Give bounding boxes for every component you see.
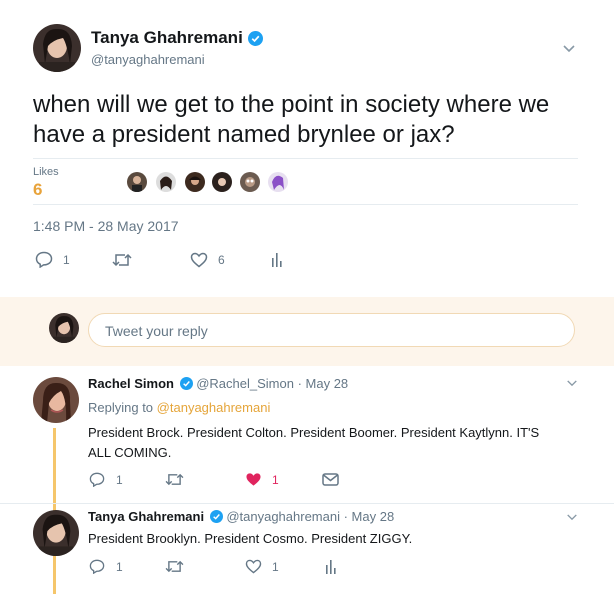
reply-header: Rachel Simon @Rachel_Simon · May 28 [88,376,348,391]
likes-label: Likes [33,166,59,178]
retweet-icon[interactable] [165,559,184,574]
tweet-text: when will we get to the point in society… [33,91,550,148]
reply-input[interactable]: Tweet your reply [88,313,575,347]
liker-avatar[interactable] [156,172,176,192]
author-name[interactable]: Tanya Ghahremani [91,28,243,48]
divider [33,204,578,205]
reply-count: 1 [116,560,123,574]
likes-count[interactable]: 6 [33,180,42,200]
tweet-timestamp[interactable]: 1:48 PM - 28 May 2017 [33,218,179,234]
reply-icon[interactable] [89,472,105,487]
liker-avatar[interactable] [185,172,205,192]
retweet-icon[interactable] [165,472,184,487]
author-handle[interactable]: @tanyaghahremani [91,52,205,67]
replying-to-prefix: Replying to [88,400,154,415]
reply-date[interactable]: · May 28 [344,509,395,524]
heart-icon[interactable] [245,559,262,574]
liker-avatar[interactable] [127,172,147,192]
heart-filled-icon[interactable] [245,472,262,487]
analytics-icon[interactable] [271,252,283,268]
like-count: 1 [272,560,279,574]
reply-icon[interactable] [89,559,105,574]
liker-avatar[interactable] [240,172,260,192]
chevron-down-icon[interactable] [566,513,578,522]
liker-avatar[interactable] [268,172,288,192]
liker-avatar[interactable] [212,172,232,192]
verified-badge-icon [248,31,263,46]
reply-text: President Brock. President Colton. Presi… [88,425,540,460]
divider [33,158,578,159]
current-user-avatar [49,313,79,343]
verified-badge-icon [209,510,223,523]
reply-icon[interactable] [35,251,53,268]
reply-header: Tanya Ghahremani @tanyaghahremani · May … [88,509,394,524]
retweet-icon[interactable] [112,252,132,268]
author-avatar[interactable] [33,24,81,72]
chevron-down-icon[interactable] [562,44,576,54]
like-count: 1 [272,473,279,487]
reply-author-name[interactable]: Tanya Ghahremani [88,509,204,524]
chevron-down-icon[interactable] [566,379,578,388]
like-count: 6 [218,253,225,267]
analytics-icon[interactable] [325,559,337,575]
direct-message-icon[interactable] [322,473,339,486]
divider [0,503,614,504]
replying-to: Replying to @tanyaghahremani [88,400,270,415]
reply-count: 1 [116,473,123,487]
reply-author-avatar[interactable] [33,377,79,423]
reply-input-placeholder: Tweet your reply [105,323,208,339]
reply-author-name[interactable]: Rachel Simon [88,376,174,391]
replying-to-handle[interactable]: @tanyaghahremani [157,400,271,415]
reply-count: 1 [63,253,70,267]
reply-author-handle[interactable]: @tanyaghahremani [226,509,340,524]
reply-date[interactable]: · May 28 [298,376,349,391]
reply-author-avatar[interactable] [33,510,79,556]
reply-author-handle[interactable]: @Rachel_Simon [196,376,294,391]
verified-badge-icon [179,377,193,390]
reply-text: President Brooklyn. President Cosmo. Pre… [88,531,413,546]
heart-icon[interactable] [190,252,208,268]
